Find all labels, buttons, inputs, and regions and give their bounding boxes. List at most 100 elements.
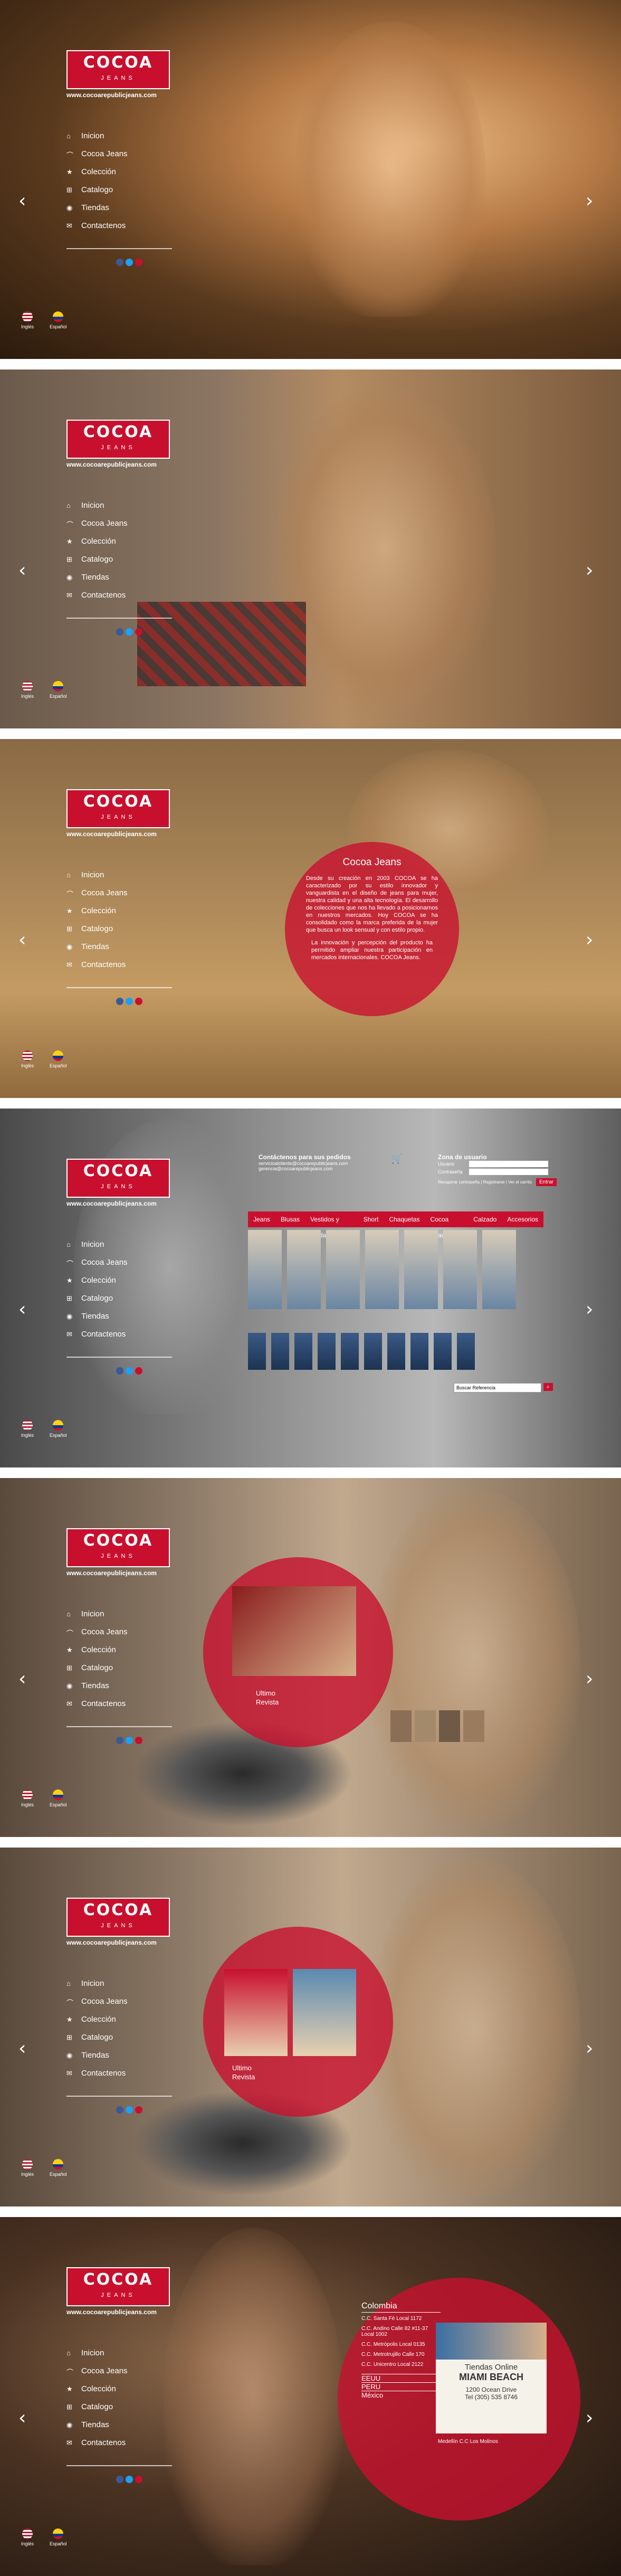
- prev-arrow-icon[interactable]: ‹: [18, 560, 26, 581]
- prev-arrow-icon[interactable]: ‹: [18, 2407, 26, 2429]
- lang-english[interactable]: Inglés: [21, 2528, 34, 2546]
- nav-item-contactenos[interactable]: ✉ Contactenos: [66, 216, 177, 234]
- prev-arrow-icon[interactable]: ‹: [18, 1668, 26, 1690]
- jeans-thumb[interactable]: [248, 1333, 266, 1370]
- facebook-icon[interactable]: [116, 998, 123, 1005]
- jeans-thumb[interactable]: [410, 1333, 428, 1370]
- next-arrow-icon[interactable]: ›: [586, 1299, 593, 1320]
- brand-logo[interactable]: COCOA JEANS www.cocoarepublicjeans.com: [66, 2267, 172, 2316]
- twitter-icon[interactable]: [126, 998, 133, 1005]
- pinterest-icon[interactable]: [135, 998, 142, 1005]
- nav-item-cocoa-jeans[interactable]: ⌒ Cocoa Jeans: [66, 145, 177, 163]
- nav-item-inicio[interactable]: ⌂ Inicion: [66, 496, 177, 514]
- nav-item-contactenos[interactable]: ✉ Contactenos: [66, 1325, 177, 1343]
- product-thumb[interactable]: [482, 1230, 516, 1309]
- product-thumb[interactable]: [287, 1230, 321, 1309]
- site-url[interactable]: www.cocoarepublicjeans.com: [66, 461, 172, 468]
- lang-english[interactable]: Inglés: [21, 1420, 34, 1438]
- nav-item-inicio[interactable]: ⌂ Inicion: [66, 2344, 177, 2362]
- nav-item-catalogo[interactable]: ⊞ Catalogo: [66, 1289, 177, 1307]
- site-url[interactable]: www.cocoarepublicjeans.com: [66, 2308, 172, 2316]
- username-field[interactable]: [469, 1161, 548, 1167]
- nav-item-inicio[interactable]: ⌂ Inicion: [66, 1235, 177, 1253]
- product-thumb[interactable]: [404, 1230, 438, 1309]
- nav-item-catalogo[interactable]: ⊞ Catalogo: [66, 2398, 177, 2416]
- pinterest-icon[interactable]: [135, 1367, 142, 1375]
- next-arrow-icon[interactable]: ›: [586, 2038, 593, 2059]
- nav-item-coleccion[interactable]: ★ Colección: [66, 2010, 177, 2028]
- pinterest-icon[interactable]: [135, 259, 142, 266]
- nav-item-coleccion[interactable]: ★ Colección: [66, 163, 177, 181]
- nav-item-cocoa-jeans[interactable]: ⌒ Cocoa Jeans: [66, 1992, 177, 2010]
- mini-thumb[interactable]: [390, 1710, 412, 1742]
- logo-box[interactable]: COCOA JEANS: [66, 1528, 170, 1567]
- jeans-thumb[interactable]: [434, 1333, 452, 1370]
- brand-logo[interactable]: COCOA JEANS www.cocoarepublicjeans.com: [66, 50, 172, 99]
- pinterest-icon[interactable]: [135, 628, 142, 636]
- nav-item-tiendas[interactable]: ◉ Tiendas: [66, 937, 177, 955]
- next-arrow-icon[interactable]: ›: [586, 1668, 593, 1690]
- nav-item-coleccion[interactable]: ★ Colección: [66, 1641, 177, 1659]
- nav-item-cocoa-jeans[interactable]: ⌒ Cocoa Jeans: [66, 514, 177, 532]
- jeans-thumb[interactable]: [364, 1333, 382, 1370]
- pinterest-icon[interactable]: [135, 2106, 142, 2114]
- logo-box[interactable]: COCOA JEANS: [66, 2267, 170, 2306]
- tab-chaquetas[interactable]: Chaquetas: [384, 1211, 425, 1227]
- lang-spanish[interactable]: Español: [50, 681, 67, 699]
- tab-cocoa-beach[interactable]: Cocoa Beach: [425, 1211, 468, 1239]
- nav-item-tiendas[interactable]: ◉ Tiendas: [66, 198, 177, 216]
- mini-thumb[interactable]: [439, 1710, 460, 1742]
- lang-english[interactable]: Inglés: [21, 1050, 34, 1068]
- logo-box[interactable]: COCOA JEANS: [66, 420, 170, 459]
- search-icon[interactable]: ⌕: [543, 1383, 553, 1391]
- lang-spanish[interactable]: Español: [50, 1789, 67, 1807]
- tab-calzado[interactable]: Calzado: [468, 1211, 502, 1227]
- site-url[interactable]: www.cocoarepublicjeans.com: [66, 1200, 172, 1207]
- nav-item-tiendas[interactable]: ◉ Tiendas: [66, 2046, 177, 2064]
- tab-short[interactable]: Short: [358, 1211, 384, 1227]
- logo-box[interactable]: COCOA JEANS: [66, 1898, 170, 1937]
- cart-icon[interactable]: 🛒: [391, 1153, 403, 1186]
- product-thumb[interactable]: [326, 1230, 360, 1309]
- nav-item-tiendas[interactable]: ◉ Tiendas: [66, 2416, 177, 2433]
- nav-item-tiendas[interactable]: ◉ Tiendas: [66, 1307, 177, 1325]
- nav-item-catalogo[interactable]: ⊞ Catalogo: [66, 1659, 177, 1677]
- brand-logo[interactable]: COCOA JEANS www.cocoarepublicjeans.com: [66, 1159, 172, 1207]
- tab-vestidos[interactable]: Vestidos y Faldas: [305, 1211, 358, 1239]
- nav-item-coleccion[interactable]: ★ Colección: [66, 1271, 177, 1289]
- account-links[interactable]: Recuperar contraseña | Registrarse | Ver…: [438, 1180, 532, 1185]
- next-arrow-icon[interactable]: ›: [586, 929, 593, 951]
- tab-blusas[interactable]: Blusas: [275, 1211, 305, 1227]
- logo-box[interactable]: COCOA JEANS: [66, 1159, 170, 1198]
- next-arrow-icon[interactable]: ›: [586, 560, 593, 581]
- nav-item-tiendas[interactable]: ◉ Tiendas: [66, 1677, 177, 1694]
- lang-english[interactable]: Inglés: [21, 681, 34, 699]
- nav-item-contactenos[interactable]: ✉ Contactenos: [66, 2064, 177, 2082]
- jeans-thumb[interactable]: [294, 1333, 312, 1370]
- logo-box[interactable]: COCOA JEANS: [66, 50, 170, 89]
- nav-item-catalogo[interactable]: ⊞ Catalogo: [66, 920, 177, 937]
- nav-item-contactenos[interactable]: ✉ Contactenos: [66, 955, 177, 973]
- jeans-thumb[interactable]: [341, 1333, 359, 1370]
- tab-accesorios[interactable]: Accesorios: [502, 1211, 543, 1227]
- nav-item-catalogo[interactable]: ⊞ Catalogo: [66, 550, 177, 568]
- password-field[interactable]: [469, 1169, 548, 1175]
- prev-arrow-icon[interactable]: ‹: [18, 190, 26, 212]
- country-item[interactable]: PERU: [361, 2382, 441, 2391]
- jeans-thumb[interactable]: [387, 1333, 405, 1370]
- country-item[interactable]: México: [361, 2391, 441, 2399]
- jeans-thumb[interactable]: [318, 1333, 336, 1370]
- nav-item-inicio[interactable]: ⌂ Inicion: [66, 866, 177, 884]
- prev-arrow-icon[interactable]: ‹: [18, 1299, 26, 1320]
- facebook-icon[interactable]: [116, 1737, 123, 1744]
- lang-english[interactable]: Inglés: [21, 1789, 34, 1807]
- lang-spanish[interactable]: Español: [50, 1050, 67, 1068]
- site-url[interactable]: www.cocoarepublicjeans.com: [66, 1939, 172, 1946]
- nav-item-coleccion[interactable]: ★ Colección: [66, 902, 177, 920]
- store-item[interactable]: C.C. Andino Calle 82 #11-37 Local 1002: [361, 2326, 441, 2337]
- brand-logo[interactable]: COCOA JEANS www.cocoarepublicjeans.com: [66, 420, 172, 468]
- nav-item-coleccion[interactable]: ★ Colección: [66, 2380, 177, 2398]
- pinterest-icon[interactable]: [135, 2476, 142, 2483]
- twitter-icon[interactable]: [126, 1367, 133, 1375]
- country-title[interactable]: Colombia: [361, 2302, 441, 2313]
